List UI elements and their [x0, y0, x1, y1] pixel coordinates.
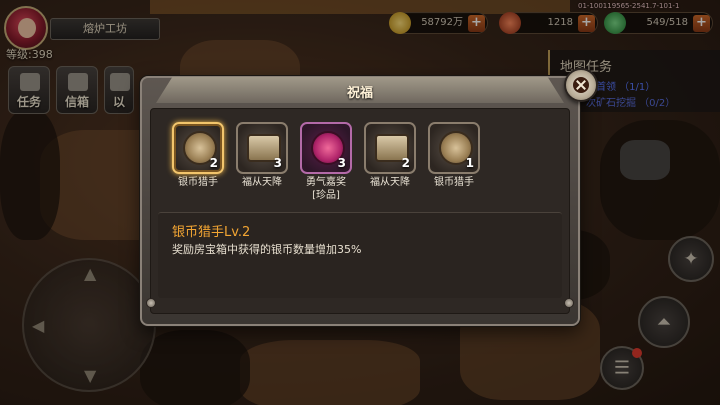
blessing-name: 银币猎手 — [434, 177, 474, 188]
blessing-item[interactable]: 1 银币猎手 — [426, 122, 482, 189]
rivet-decoration — [564, 298, 574, 308]
blessing-card[interactable]: 3 — [300, 122, 352, 174]
blessing-item[interactable]: 2 银币猎手 — [170, 122, 226, 189]
blessing-detail: 银币猎手Lv.2 奖励房宝箱中获得的银币数量增加35% — [158, 212, 562, 298]
blessing-name: 银币猎手 — [178, 177, 218, 188]
blessing-count: 3 — [273, 156, 282, 170]
close-button[interactable] — [564, 68, 598, 102]
dialog-header: 祝福 — [156, 77, 564, 103]
dialog-title: 祝福 — [346, 86, 373, 101]
close-icon — [573, 77, 589, 93]
blessing-name: 勇气嘉奖 [珍品] — [306, 177, 346, 201]
blessing-item[interactable]: 3 勇气嘉奖 [珍品] — [298, 122, 354, 202]
blessing-item[interactable]: 3 福从天降 — [234, 122, 290, 189]
blessing-card[interactable]: 3 — [236, 122, 288, 174]
blessing-name: 福从天降 — [370, 177, 410, 188]
detail-text: 奖励房宝箱中获得的银币数量增加35% — [172, 243, 362, 256]
blessing-dialog: 祝福 2 银币猎手 3 福从天降 3 勇气嘉奖 [珍品] 2 福从天降 1 银币… — [140, 68, 598, 326]
rivet-decoration — [146, 298, 156, 308]
blessing-count: 3 — [337, 156, 346, 170]
blessing-card[interactable]: 1 — [428, 122, 480, 174]
blessing-card[interactable]: 2 — [364, 122, 416, 174]
detail-title: 银币猎手Lv.2 — [172, 225, 251, 240]
blessing-item[interactable]: 2 福从天降 — [362, 122, 418, 189]
blessing-card[interactable]: 2 — [172, 122, 224, 174]
blessing-count: 2 — [401, 156, 410, 170]
blessing-count: 1 — [465, 156, 474, 170]
blessing-count: 2 — [209, 156, 218, 170]
blessing-name: 福从天降 — [242, 177, 282, 188]
